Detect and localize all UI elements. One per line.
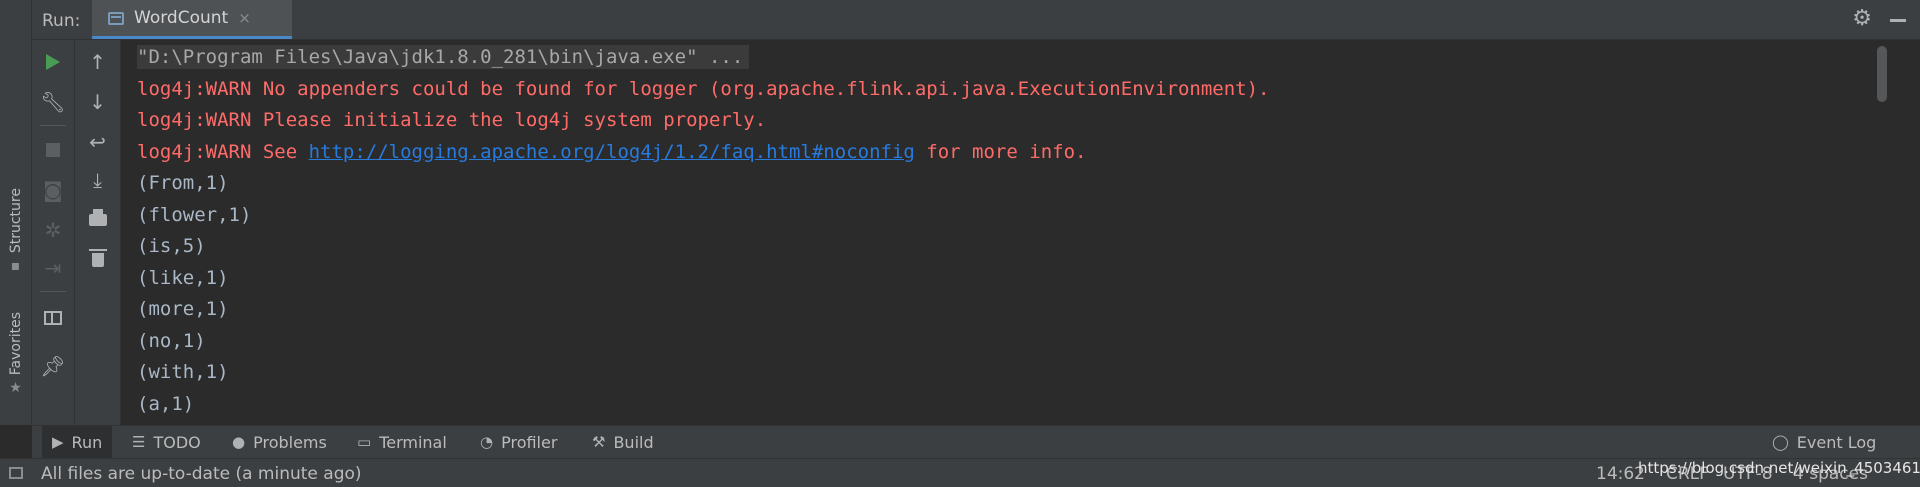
- stop-button[interactable]: [32, 134, 74, 166]
- tab-problems[interactable]: ● Problems: [232, 426, 327, 458]
- structure-icon: ▪: [10, 258, 21, 275]
- toolbar-separator: [40, 125, 66, 126]
- event-log-icon: ◯: [1772, 433, 1789, 451]
- console-output-line: (more,1): [137, 298, 229, 320]
- play-icon: ▶: [52, 433, 64, 451]
- console-icon: [108, 11, 124, 25]
- stop-icon: [46, 143, 60, 157]
- console-warn-line: log4j:WARN Please initialize the log4j s…: [137, 109, 767, 131]
- run-label: Run:: [42, 11, 81, 31]
- clear-all-button[interactable]: [75, 244, 120, 276]
- bottom-tool-bar: ▶ Run ☰ TODO ● Problems ▭ Terminal ◔ Pro…: [32, 425, 1920, 458]
- layout-icon: [44, 311, 62, 325]
- log4j-faq-link[interactable]: http://logging.apache.org/log4j/1.2/faq.…: [309, 141, 915, 163]
- soft-wrap-button[interactable]: ↩: [75, 126, 120, 158]
- watermark-text: https://blog.csdn.net/weixin_45034616: [1638, 459, 1920, 477]
- tab-todo-label: TODO: [153, 432, 201, 452]
- console-output-line: (From,1): [137, 172, 229, 194]
- layout-button[interactable]: [32, 302, 74, 334]
- status-toggle-icon[interactable]: [9, 467, 23, 479]
- print-button[interactable]: [75, 204, 120, 236]
- console-command-line: "D:\Program Files\Java\jdk1.8.0_281\bin\…: [137, 45, 750, 69]
- dump-threads-button[interactable]: ◙: [32, 174, 74, 206]
- run-tab-label: WordCount: [134, 8, 229, 28]
- tab-profiler-label: Profiler: [501, 432, 558, 452]
- status-message: All files are up-to-date (a minute ago): [41, 464, 362, 484]
- exit-icon: ⇥: [44, 256, 62, 280]
- favorites-tool-tab[interactable]: Favorites ★: [0, 312, 31, 395]
- console-output-line: (is,5): [137, 235, 206, 257]
- tab-event-log[interactable]: ◯ Event Log: [1772, 426, 1876, 458]
- wrench-icon: 🔧︎: [40, 90, 66, 114]
- warn-see-suffix: for more info.: [914, 141, 1087, 163]
- edit-config-button[interactable]: 🔧︎: [32, 86, 74, 118]
- tab-terminal[interactable]: ▭ Terminal: [357, 426, 447, 458]
- tab-build[interactable]: ⚒ Build: [592, 426, 654, 458]
- console-output-line: (like,1): [137, 267, 229, 289]
- scroll-down-button[interactable]: ↓: [75, 86, 120, 118]
- tab-build-label: Build: [613, 432, 654, 452]
- scroll-to-end-button[interactable]: ⤓: [75, 164, 120, 196]
- warn-see-prefix: log4j:WARN See: [137, 141, 309, 163]
- todo-icon: ☰: [132, 433, 146, 451]
- console-output-line: (flower,1): [137, 204, 252, 226]
- tab-profiler[interactable]: ◔ Profiler: [480, 426, 557, 458]
- console-warn-see-line: log4j:WARN See http://logging.apache.org…: [137, 140, 1086, 164]
- console-output-line: (a,1): [137, 393, 195, 415]
- run-toolbar-primary: 🔧︎ ◙ ✲ ⇥ 📌︎: [32, 40, 75, 425]
- run-tab-wordcount[interactable]: WordCount ×: [92, 0, 292, 39]
- tab-event-log-label: Event Log: [1796, 432, 1877, 452]
- scroll-to-end-icon: ⤓: [93, 168, 102, 192]
- structure-label: Structure: [7, 188, 24, 254]
- rerun-button[interactable]: [32, 46, 74, 78]
- console-scroll-thumb[interactable]: [1877, 46, 1887, 102]
- bug-icon: ✲: [44, 218, 62, 242]
- soft-wrap-icon: ↩: [89, 130, 106, 154]
- favorites-label: Favorites: [7, 312, 24, 376]
- run-header: Run: WordCount × ⚙: [32, 0, 1920, 40]
- arrow-down-icon: ↓: [89, 90, 106, 114]
- pin-tab-button[interactable]: 📌︎: [32, 350, 74, 382]
- left-tool-stripe: Structure ▪ Favorites ★: [0, 0, 32, 425]
- hammer-icon: ⚒: [592, 433, 606, 451]
- tab-run-label: Run: [71, 432, 103, 452]
- minimize-icon[interactable]: [1890, 18, 1906, 22]
- gear-icon[interactable]: ⚙: [1852, 8, 1872, 30]
- run-toolbar-secondary: ↑ ↓ ↩ ⤓: [75, 40, 121, 425]
- structure-tool-tab[interactable]: Structure ▪: [0, 188, 31, 273]
- tab-run[interactable]: ▶ Run: [42, 426, 113, 458]
- toolbar-separator: [40, 291, 66, 292]
- tab-terminal-label: Terminal: [379, 432, 447, 452]
- console-output-line: (with,1): [137, 361, 229, 383]
- play-icon: [46, 54, 60, 70]
- close-icon[interactable]: ×: [238, 9, 251, 27]
- exit-button[interactable]: ⇥: [32, 252, 74, 284]
- profiler-icon: ◔: [480, 433, 494, 451]
- console-output[interactable]: "D:\Program Files\Java\jdk1.8.0_281\bin\…: [121, 40, 1887, 425]
- arrow-up-icon: ↑: [89, 50, 106, 74]
- stop-tasks-button[interactable]: ✲: [32, 214, 74, 246]
- tab-problems-label: Problems: [253, 432, 327, 452]
- trash-icon: [88, 249, 107, 267]
- camera-icon: ◙: [43, 178, 63, 202]
- status-bar: All files are up-to-date (a minute ago) …: [0, 458, 1920, 487]
- problems-icon: ●: [232, 433, 246, 451]
- tab-todo[interactable]: ☰ TODO: [132, 426, 201, 458]
- star-icon: ★: [9, 380, 22, 397]
- console-output-line: (no,1): [137, 330, 206, 352]
- printer-icon: [88, 209, 107, 226]
- scroll-up-button[interactable]: ↑: [75, 46, 120, 78]
- pin-icon: 📌︎: [40, 354, 66, 378]
- terminal-icon: ▭: [357, 433, 372, 451]
- console-warn-line: log4j:WARN No appenders could be found f…: [137, 78, 1270, 100]
